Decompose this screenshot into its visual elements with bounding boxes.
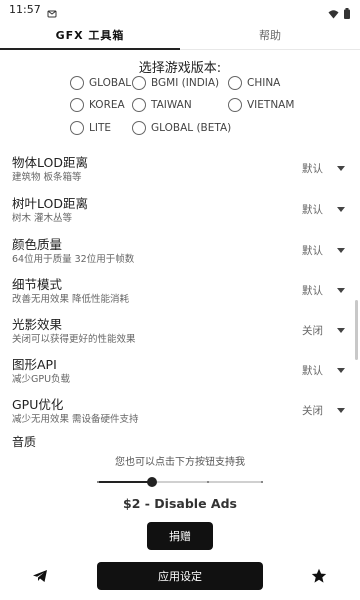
chevron-down-icon[interactable] [337,166,345,171]
slider-fill [97,481,152,483]
status-time: 11:57 [9,2,41,16]
chevron-down-icon[interactable] [337,288,345,293]
star-icon[interactable] [311,568,327,584]
setting-color-quality[interactable]: 颜色质量 64位用于质量 32位用于帧数 默认 [0,234,350,274]
setting-value: 默认 [302,163,323,175]
tab-help[interactable]: 帮助 [180,20,360,49]
bottom-bar: 应用设定 [0,562,360,592]
setting-value: 关闭 [302,325,323,337]
status-right [328,4,350,19]
version-selector-title: 选择游戏版本: [138,61,222,76]
scrollbar-thumb[interactable] [355,300,358,360]
tab-gfx-toolbox[interactable]: GFX 工具箱 [0,20,180,50]
radio-label: GLOBAL [89,77,132,89]
setting-value: 默认 [302,245,323,257]
setting-detail-mode[interactable]: 细节模式 改善无用效果 降低性能消耗 默认 [0,274,350,314]
slider-tick [97,481,99,483]
setting-value: 默认 [302,204,323,216]
radio-label: GLOBAL (BETA) [151,122,232,134]
setting-subtitle: 减少无用效果 需设备硬件支持 [12,414,139,425]
setting-value: 默认 [302,365,323,377]
radio-label: VIETNAM [247,99,295,111]
radio-label: TAIWAN [151,99,192,111]
donation-slider[interactable] [97,476,264,488]
chevron-down-icon[interactable] [337,408,345,413]
version-radio-lite[interactable]: LITE [70,121,111,135]
version-radio-global-beta[interactable]: GLOBAL (BETA) [132,121,231,135]
version-radio-bgmi-india[interactable]: BGMI (INDIA) [132,76,219,90]
support-text: 您也可以点击下方按钮支持我 [115,457,245,468]
chevron-down-icon[interactable] [337,328,345,333]
radio-label: CHINA [247,77,281,89]
setting-subtitle: 减少GPU负载 [12,374,71,385]
slider-thumb[interactable] [146,477,157,487]
setting-subtitle: 建筑物 板条箱等 [12,172,82,183]
notification-icon [47,4,57,18]
setting-object-lod-distance[interactable]: 物体LOD距离 建筑物 板条箱等 默认 [0,152,350,192]
setting-subtitle: 树木 灌木丛等 [12,213,73,224]
setting-value: 默认 [302,285,323,297]
radio-label: LITE [89,122,111,134]
radio-circle-icon [228,76,242,90]
version-radio-china[interactable]: CHINA [228,76,280,90]
apply-settings-button[interactable]: 应用设定 [97,562,263,590]
setting-lighting-effects[interactable]: 光影效果 关闭可以获得更好的性能效果 关闭 [0,314,350,354]
radio-label: KOREA [89,99,125,111]
slider-tick [261,481,264,483]
donate-button[interactable]: 捐赠 [147,522,213,550]
status-bar: 11:57 [0,0,360,19]
setting-subtitle: 64位用于质量 32位用于帧数 [12,254,135,265]
chevron-down-icon[interactable] [337,207,345,212]
radio-circle-icon [132,121,146,135]
tab-bar: GFX 工具箱 帮助 [0,20,360,50]
setting-graphics-api[interactable]: 图形API 减少GPU负载 默认 [0,354,350,394]
setting-gpu-optimization[interactable]: GPU优化 减少无用效果 需设备硬件支持 关闭 [0,394,350,434]
telegram-icon[interactable] [32,568,48,584]
radio-circle-icon [132,76,146,90]
radio-circle-icon [70,121,84,135]
radio-circle-icon [132,98,146,112]
sound-quality-label: 音质 [12,435,37,449]
setting-subtitle: 改善无用效果 降低性能消耗 [12,294,130,305]
wifi-icon [328,4,339,19]
setting-subtitle: 关闭可以获得更好的性能效果 [12,334,136,345]
radio-circle-icon [228,98,242,112]
radio-circle-icon [70,98,84,112]
disable-ads-price: $2 - Disable Ads [123,496,237,511]
slider-tick [206,481,209,483]
battery-icon [344,4,350,19]
setting-value: 关闭 [302,405,323,417]
version-radio-korea[interactable]: KOREA [70,98,125,112]
chevron-down-icon[interactable] [337,368,345,373]
setting-foliage-lod-distance[interactable]: 树叶LOD距离 树木 灌木丛等 默认 [0,193,350,233]
radio-circle-icon [70,76,84,90]
status-left: 11:57 [9,2,57,18]
radio-label: BGMI (INDIA) [151,77,220,89]
version-radio-taiwan[interactable]: TAIWAN [132,98,192,112]
version-radio-vietnam[interactable]: VIETNAM [228,98,294,112]
version-radio-global[interactable]: GLOBAL [70,76,131,90]
chevron-down-icon[interactable] [337,248,345,253]
